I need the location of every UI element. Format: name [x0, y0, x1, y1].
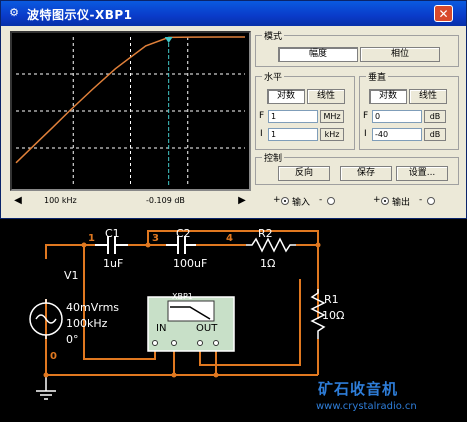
- horizontal-initial-unit[interactable]: kHz: [320, 128, 344, 141]
- junction-dot: [213, 372, 219, 378]
- input-minus-sign: -: [319, 195, 323, 205]
- junction-dot: [145, 242, 151, 248]
- vertical-group: 垂直 对数 线性 F 0 dB I -40 dB: [359, 70, 459, 150]
- controls-group: 控制 反向 保存 设置...: [255, 151, 459, 185]
- vertical-initial-field[interactable]: -40: [372, 128, 422, 141]
- input-plus-sign: +: [273, 195, 281, 205]
- bode-out-minus-pin: [213, 340, 219, 346]
- vertical-group-label: 垂直: [366, 70, 389, 83]
- node-1-label: 1: [88, 233, 95, 244]
- c2-name: C2: [176, 227, 191, 240]
- source-phase: 0°: [66, 333, 79, 346]
- junction-dot: [81, 242, 87, 248]
- bode-out-label: OUT: [196, 323, 218, 334]
- source-frequency: 100kHz: [66, 317, 108, 330]
- vertical-linear-button[interactable]: 线性: [409, 89, 447, 104]
- r1-name: R1: [324, 293, 339, 306]
- wire-node-1: [45, 244, 95, 259]
- watermark-brand: 矿石收音机: [318, 380, 399, 398]
- input-plus-terminal[interactable]: [281, 197, 289, 205]
- vertical-initial-prefix: I: [364, 129, 367, 139]
- node-4-label: 4: [226, 233, 233, 244]
- output-minus-terminal[interactable]: [427, 197, 435, 205]
- bode-in-plus-pin: [152, 340, 158, 346]
- cursor-right-arrow-icon[interactable]: ▶: [236, 194, 248, 208]
- output-minus-sign: -: [419, 195, 423, 205]
- input-label: 输入: [292, 198, 311, 208]
- window-title: 波特图示仪-XBP1: [27, 8, 133, 22]
- source-name: V1: [64, 269, 79, 282]
- resistor-r2-icon: [246, 237, 296, 253]
- horizontal-final-field[interactable]: 1: [268, 110, 318, 123]
- vertical-initial-unit[interactable]: dB: [424, 128, 446, 141]
- junction-dot: [315, 242, 321, 248]
- output-plus-terminal[interactable]: [381, 197, 389, 205]
- cursor-navigation-bar: ◀ 100 kHz -0.109 dB ▶: [10, 193, 251, 209]
- mode-group: 模式 幅度 相位: [255, 29, 459, 67]
- junction-dot: [171, 372, 177, 378]
- bode-plotter-component: XBP1 IN OUT: [147, 292, 235, 352]
- bode-in-label: IN: [156, 323, 166, 334]
- r1-value: 10Ω: [322, 309, 344, 322]
- control-panel: 模式 幅度 相位 水平 对数 线性 F 1 MHz I 1 kHz 垂直 对数 …: [255, 29, 459, 213]
- title-bar[interactable]: ⚙ 波特图示仪-XBP1 ✕: [1, 1, 466, 26]
- cursor-handle-icon[interactable]: [164, 37, 173, 43]
- horizontal-group: 水平 对数 线性 F 1 MHz I 1 kHz: [255, 70, 355, 150]
- bode-part-label: XBP1: [172, 292, 193, 301]
- bode-plotter-window: ⚙ 波特图示仪-XBP1 ✕ ◀ 100 kHz -0.109 dB ▶ 模式 …: [0, 0, 467, 219]
- horizontal-initial-field[interactable]: 1: [268, 128, 318, 141]
- cursor-left-arrow-icon[interactable]: ◀: [12, 194, 24, 208]
- magnitude-button[interactable]: 幅度: [278, 47, 358, 62]
- horizontal-final-unit[interactable]: MHz: [320, 110, 344, 123]
- node-3-label: 3: [152, 233, 159, 244]
- phase-button[interactable]: 相位: [360, 47, 440, 62]
- c1-value: 1uF: [103, 257, 123, 270]
- vertical-final-field[interactable]: 0: [372, 110, 422, 123]
- horizontal-log-button[interactable]: 对数: [267, 89, 305, 104]
- c2-value: 100uF: [173, 257, 207, 270]
- ground-icon: [36, 375, 56, 400]
- terminals-row: + 输入 - + 输出 -: [273, 195, 459, 209]
- frequency-readout: 100 kHz: [44, 196, 77, 205]
- junction-dot: [43, 372, 49, 378]
- bode-plot: [15, 36, 245, 185]
- close-button[interactable]: ✕: [434, 5, 453, 22]
- bode-display: [10, 31, 251, 191]
- output-plus-sign: +: [373, 195, 381, 205]
- settings-button[interactable]: 设置...: [396, 166, 448, 181]
- instrument-icon: ⚙: [9, 6, 19, 19]
- output-label: 输出: [392, 198, 411, 208]
- controls-group-label: 控制: [262, 151, 285, 164]
- horizontal-linear-button[interactable]: 线性: [307, 89, 345, 104]
- bode-out-plus-pin: [197, 340, 203, 346]
- c1-name: C1: [105, 227, 120, 240]
- gain-readout: -0.109 dB: [146, 196, 185, 205]
- vertical-log-button[interactable]: 对数: [369, 89, 407, 104]
- node-0-label: 0: [50, 351, 57, 362]
- watermark-url: www.crystalradio.cn: [316, 401, 417, 412]
- input-minus-terminal[interactable]: [327, 197, 335, 205]
- r2-name: R2: [258, 227, 273, 240]
- save-button[interactable]: 保存: [340, 166, 392, 181]
- r2-value: 1Ω: [260, 257, 275, 270]
- vertical-final-prefix: F: [363, 111, 369, 121]
- source-amplitude: 40mVrms: [66, 301, 119, 314]
- horizontal-final-prefix: F: [259, 111, 265, 121]
- bode-in-minus-pin: [171, 340, 177, 346]
- vertical-final-unit[interactable]: dB: [424, 110, 446, 123]
- horizontal-initial-prefix: I: [260, 129, 263, 139]
- reverse-button[interactable]: 反向: [278, 166, 330, 181]
- horizontal-group-label: 水平: [262, 70, 285, 83]
- mode-group-label: 模式: [262, 29, 285, 42]
